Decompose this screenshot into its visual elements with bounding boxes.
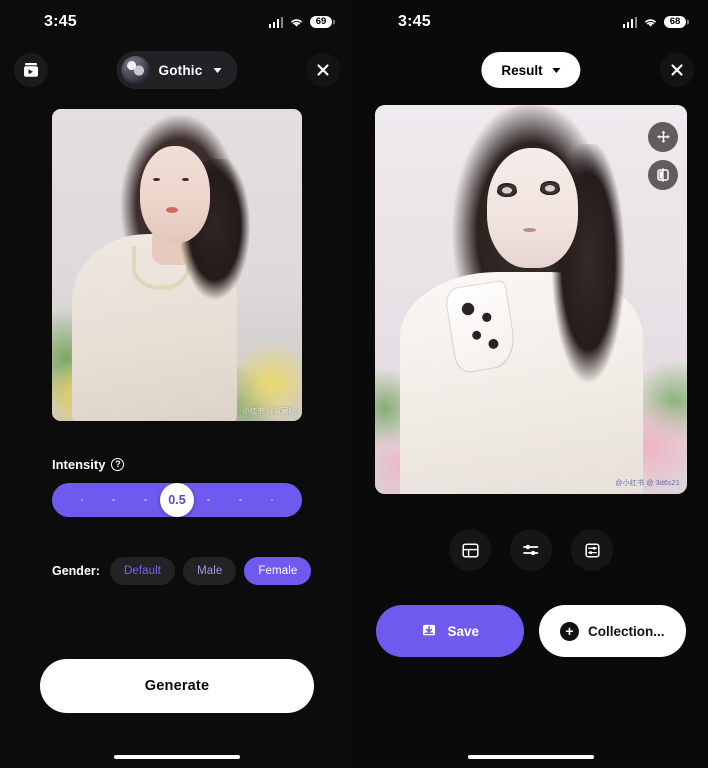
- status-indicators: 69: [268, 15, 332, 29]
- source-photo[interactable]: 小红书 @收藏吧: [52, 109, 302, 421]
- chevron-down-icon: [552, 67, 561, 73]
- intensity-label-row: Intensity ?: [52, 457, 302, 472]
- gender-option-default[interactable]: Default: [109, 557, 176, 585]
- slider-tick: [80, 498, 84, 502]
- left-spacer: [0, 585, 354, 659]
- home-indicator-left: [114, 754, 240, 759]
- plus-circle-icon: +: [559, 621, 579, 641]
- result-face: [487, 147, 578, 269]
- left-bottom-gap: [0, 713, 354, 755]
- style-name-label: Gothic: [158, 62, 203, 78]
- left-header-bar: Gothic: [0, 44, 354, 96]
- generate-button[interactable]: Generate: [40, 658, 314, 713]
- result-action-row: Save + Collection...: [354, 605, 708, 657]
- slider-tick: [207, 498, 210, 502]
- right-spacer: [354, 657, 708, 755]
- gender-option-male[interactable]: Male: [183, 557, 237, 585]
- gender-option-female[interactable]: Female: [244, 557, 312, 585]
- close-icon[interactable]: [660, 53, 694, 87]
- photo-face: [139, 146, 210, 244]
- status-bar-left: 3:45 69: [0, 0, 354, 44]
- wifi-icon: [289, 17, 304, 28]
- right-header-bar: Result: [354, 44, 708, 96]
- layout-template-icon[interactable]: [449, 529, 491, 571]
- status-indicators: 68: [622, 15, 686, 29]
- dual-screen-comparison: 3:45 69 Gothic 小红书 @收藏吧 Intensity ? 0.5 …: [0, 0, 708, 768]
- intensity-section: Intensity ? 0.5 Gender: Default Male Fem…: [0, 421, 354, 585]
- result-image[interactable]: @小红书 @ 3d6s21: [375, 105, 687, 494]
- intensity-label: Intensity: [52, 457, 106, 472]
- style-selector-dropdown[interactable]: Gothic: [116, 51, 238, 89]
- move-arrows-icon[interactable]: [648, 122, 678, 152]
- left-phone-screen: 3:45 69 Gothic 小红书 @收藏吧 Intensity ? 0.5 …: [0, 0, 354, 768]
- battery-indicator: 68: [664, 15, 686, 29]
- result-dropdown[interactable]: Result: [481, 52, 581, 88]
- framed-settings-icon[interactable]: [571, 529, 613, 571]
- cellular-signal-icon: [268, 16, 283, 28]
- slider-tick: [112, 498, 115, 502]
- style-avatar: [121, 56, 150, 84]
- result-lace-collar: [443, 279, 519, 374]
- result-eye-right: [540, 182, 561, 195]
- download-save-icon: [420, 621, 438, 642]
- compare-split-icon[interactable]: [648, 160, 678, 190]
- wifi-icon: [643, 17, 658, 28]
- gender-label: Gender:: [52, 564, 100, 578]
- gender-selector: Gender: Default Male Female: [52, 557, 312, 585]
- chevron-down-icon: [213, 67, 222, 73]
- status-bar-right: 3:45 68: [354, 0, 708, 44]
- status-clock: 3:45: [44, 13, 77, 30]
- result-watermark: @小红书 @ 3d6s21: [615, 479, 680, 487]
- battery-indicator: 69: [310, 15, 332, 29]
- collection-button-label: Collection...: [587, 623, 665, 639]
- close-icon[interactable]: [306, 53, 340, 87]
- slider-tick: [270, 498, 274, 502]
- help-circle-icon[interactable]: ?: [111, 458, 125, 471]
- home-indicator-right: [468, 754, 594, 759]
- slider-tick: [239, 498, 242, 502]
- sliders-adjust-icon[interactable]: [510, 529, 552, 571]
- photo-watermark: 小红书 @收藏吧: [242, 408, 296, 415]
- save-button[interactable]: Save: [376, 605, 524, 657]
- result-float-controls: [648, 122, 678, 190]
- result-mouth: [523, 227, 537, 232]
- photo-eye-right: [182, 177, 189, 182]
- gallery-icon[interactable]: [14, 53, 48, 87]
- slider-tick: [144, 498, 147, 502]
- result-tool-row: [354, 529, 708, 571]
- intensity-slider[interactable]: 0.5: [52, 483, 302, 517]
- right-phone-screen: 3:45 68 Result @小红书 @ 3d6s21 Save + Coll…: [354, 0, 708, 768]
- slider-thumb[interactable]: 0.5: [160, 483, 194, 517]
- save-button-label: Save: [447, 623, 480, 639]
- status-clock: 3:45: [398, 13, 431, 30]
- result-label: Result: [501, 62, 543, 78]
- result-eye-left: [496, 184, 517, 197]
- collection-button[interactable]: + Collection...: [538, 605, 686, 657]
- cellular-signal-icon: [622, 16, 637, 28]
